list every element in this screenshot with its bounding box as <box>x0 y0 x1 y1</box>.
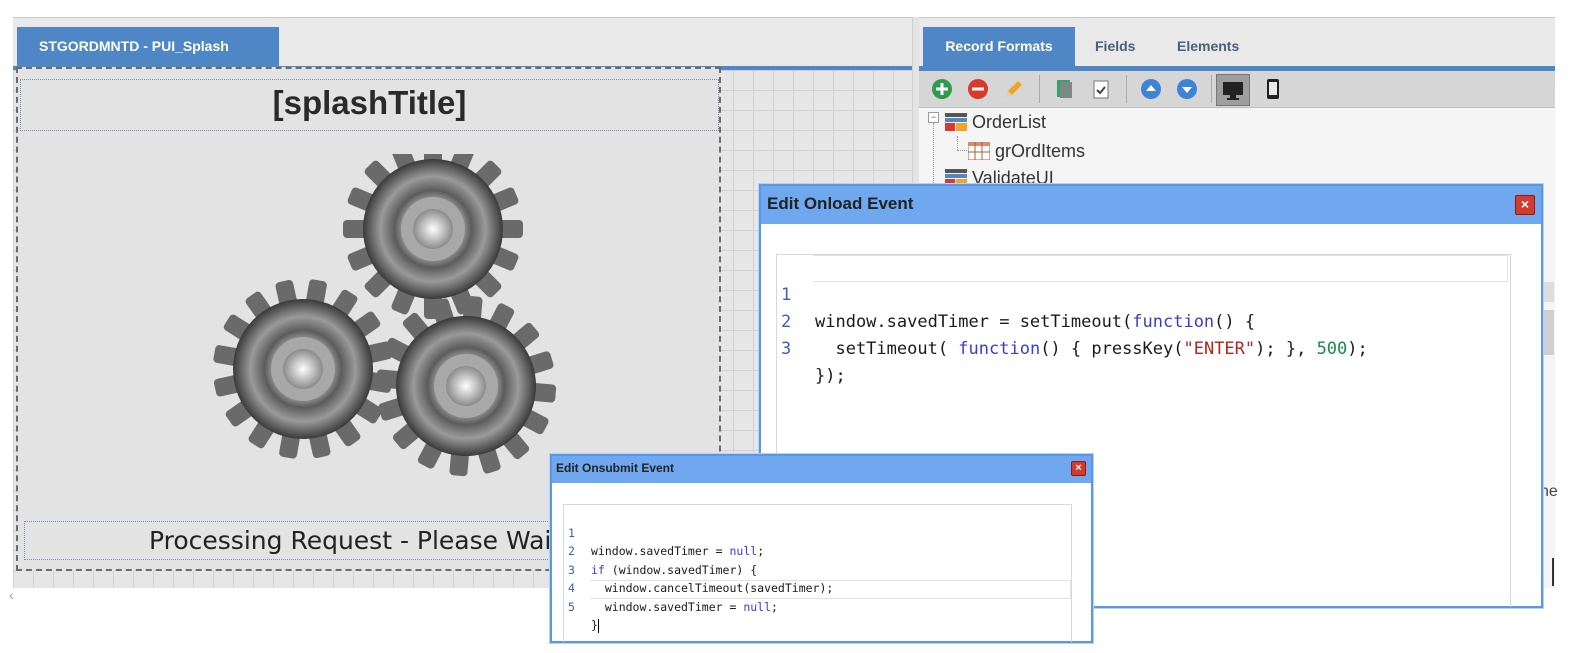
code-line: 3 }); <box>777 309 1510 386</box>
code-line: 5 } <box>564 579 1071 633</box>
grid-icon <box>967 141 991 161</box>
desktop-view-icon <box>1223 82 1243 100</box>
dialog-title-bar[interactable]: Edit Onload Event <box>761 186 1541 224</box>
code-text: setTimeout( function() { pressKey("ENTER… <box>815 339 1368 359</box>
dialog-title: Edit Onload Event <box>767 194 914 213</box>
gear-top <box>343 154 523 319</box>
tree-item-orderlist[interactable]: OrderList <box>945 108 1046 136</box>
close-icon[interactable]: × <box>1071 461 1086 476</box>
add-icon[interactable] <box>930 77 954 101</box>
scroll-left-arrow-icon[interactable]: ‹ <box>9 587 14 603</box>
code-text: } <box>591 618 599 633</box>
move-up-icon[interactable] <box>1139 77 1163 101</box>
record-format-icon <box>945 113 967 131</box>
record-formats-toolbar <box>919 71 1555 108</box>
tab-screen-stgordmntd[interactable]: STGORDMNTD - PUI_Splash <box>17 27 279 66</box>
code-line: 4 window.savedTimer = null; <box>564 561 1071 614</box>
splash-title-field[interactable]: [splashTitle] <box>20 79 719 131</box>
code-line: 3 window.cancelTimeout(savedTimer); <box>564 542 1071 596</box>
dialog-title: Edit Onsubmit Event <box>556 461 675 475</box>
code-line: 2 setTimeout( function() { pressKey("ENT… <box>777 282 1510 359</box>
code-text: window.savedTimer = null; <box>591 599 778 614</box>
copy-icon[interactable] <box>1052 77 1076 101</box>
desktop-view-toggle[interactable] <box>1216 74 1250 106</box>
edit-onsubmit-event-dialog: Edit Onsubmit Event × 1 window.savedTime… <box>550 454 1093 643</box>
line-number: 3 <box>781 339 792 359</box>
move-down-icon[interactable] <box>1175 77 1199 101</box>
code-line: 1 window.savedTimer = setTimeout(functio… <box>777 255 1510 332</box>
edit-pencil-icon[interactable] <box>1002 77 1026 101</box>
tree-item-label: OrderList <box>972 112 1047 132</box>
toolbar-separator <box>1039 75 1040 103</box>
mobile-view-icon[interactable] <box>1261 77 1285 101</box>
designer-tab-bar: STGORDMNTD - PUI_Splash <box>13 18 912 70</box>
tree-connector <box>957 150 967 152</box>
right-panel-tab-bar: Record Formats Fields Elements <box>919 18 1555 71</box>
toolbar-separator <box>1211 75 1212 103</box>
checklist-icon[interactable] <box>1089 77 1113 101</box>
toolbar-separator <box>1126 75 1127 103</box>
code-line: 1 window.savedTimer = null; <box>564 505 1071 559</box>
tab-fields[interactable]: Fields <box>1095 27 1135 66</box>
onsubmit-code-editor[interactable]: 1 window.savedTimer = null; 2 if (window… <box>563 504 1072 642</box>
gears-image[interactable] <box>198 154 558 504</box>
code-line: 2 if (window.savedTimer) { <box>564 524 1071 577</box>
line-number: 5 <box>568 599 575 614</box>
tree-item-grorditems[interactable]: grOrdItems <box>967 137 1086 165</box>
remove-icon[interactable] <box>966 77 990 101</box>
tree-collapse-toggle-icon[interactable]: − <box>928 112 939 123</box>
tab-elements[interactable]: Elements <box>1177 27 1239 66</box>
tree-connector <box>957 136 959 150</box>
dialog-title-bar[interactable]: Edit Onsubmit Event <box>552 456 1091 483</box>
gear-bottom-right <box>375 295 557 477</box>
close-icon[interactable]: × <box>1515 195 1535 215</box>
tree-connector <box>933 123 935 183</box>
tab-record-formats[interactable]: Record Formats <box>923 27 1075 66</box>
background-panel-fragment <box>1552 558 1554 586</box>
tree-item-label: grOrdItems <box>995 141 1086 161</box>
code-text: }); <box>815 366 846 386</box>
